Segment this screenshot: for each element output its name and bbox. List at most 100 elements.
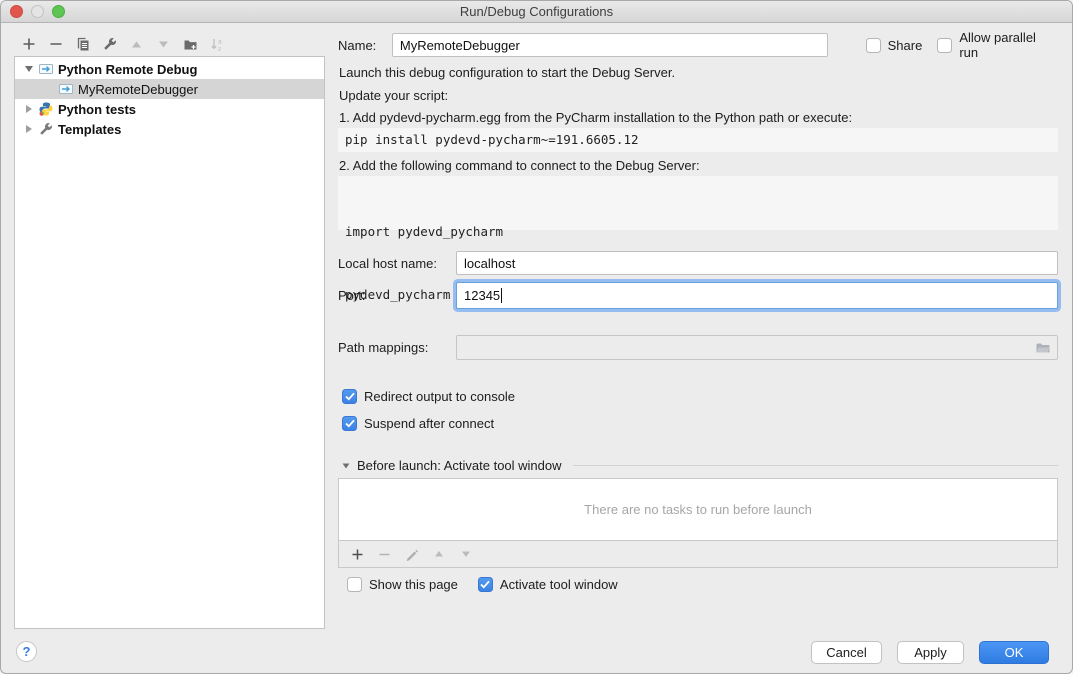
arrow-down-icon: [460, 548, 472, 560]
allow-parallel-checkbox[interactable]: [937, 38, 952, 53]
minus-icon: [378, 548, 391, 561]
expander-down-icon[interactable]: [21, 66, 37, 72]
page-options-row: Show this page Activate tool window: [347, 577, 618, 592]
path-mappings-label: Path mappings:: [338, 340, 456, 355]
remove-configuration-button[interactable]: [42, 33, 69, 55]
name-row: Name: Share Allow parallel run: [338, 32, 1058, 58]
copy-icon: [75, 37, 90, 52]
show-this-page-checkbox[interactable]: [347, 577, 362, 592]
remove-task-button[interactable]: [371, 543, 398, 565]
arrow-up-icon: [130, 38, 143, 51]
move-task-up-button[interactable]: [425, 543, 452, 565]
activate-tool-window-label: Activate tool window: [500, 577, 618, 592]
intro-text: Launch this debug configuration to start…: [339, 65, 675, 80]
cancel-button[interactable]: Cancel: [811, 641, 882, 664]
arrow-up-icon: [433, 548, 445, 560]
settrace-code: import pydevd_pycharm pydevd_pycharm.set…: [338, 176, 1058, 230]
port-value: 12345: [464, 288, 500, 303]
step2-text: 2. Add the following command to connect …: [339, 158, 700, 173]
window-controls: [10, 5, 65, 18]
svg-text:z: z: [218, 46, 221, 52]
ok-button[interactable]: OK: [979, 641, 1049, 664]
local-host-input[interactable]: [456, 251, 1058, 275]
edit-defaults-button[interactable]: [96, 33, 123, 55]
check-icon: [480, 580, 490, 589]
check-icon: [345, 392, 355, 401]
pip-install-code: pip install pydevd-pycharm~=191.6605.12: [338, 128, 1058, 152]
allow-parallel-checkbox-row[interactable]: Allow parallel run: [937, 30, 1058, 60]
zoom-window-button[interactable]: [52, 5, 65, 18]
show-this-page-label: Show this page: [369, 577, 458, 592]
port-input[interactable]: 12345: [456, 282, 1058, 309]
share-checkbox[interactable]: [866, 38, 881, 53]
allow-parallel-label: Allow parallel run: [959, 30, 1058, 60]
suspend-after-connect-row[interactable]: Suspend after connect: [342, 416, 494, 431]
share-checkbox-row[interactable]: Share: [866, 38, 923, 53]
plus-icon: [22, 37, 36, 51]
add-task-button[interactable]: [344, 543, 371, 565]
window-title: Run/Debug Configurations: [460, 4, 613, 19]
sort-configurations-button[interactable]: a z: [204, 33, 231, 55]
check-icon: [345, 419, 355, 428]
tree-item-label: Templates: [58, 122, 121, 137]
port-row: Port: 12345: [338, 282, 1058, 309]
arrow-down-icon: [157, 38, 170, 51]
tree-item-python-remote-debug[interactable]: Python Remote Debug: [15, 59, 324, 79]
folder-browse-icon[interactable]: [1035, 341, 1051, 355]
tree-item-myremotedebugger[interactable]: MyRemoteDebugger: [15, 79, 324, 99]
tree-item-python-tests[interactable]: Python tests: [15, 99, 324, 119]
name-input[interactable]: [392, 33, 828, 57]
apply-button[interactable]: Apply: [897, 641, 964, 664]
update-script-text: Update your script:: [339, 88, 448, 103]
sort-az-icon: a z: [210, 37, 225, 52]
before-launch-header[interactable]: Before launch: Activate tool window: [342, 458, 1058, 473]
edit-task-button[interactable]: [398, 543, 425, 565]
minus-icon: [49, 37, 63, 51]
tree-item-label: MyRemoteDebugger: [78, 82, 198, 97]
configurations-tree: Python Remote Debug MyRemoteDebugger Pyt…: [14, 56, 325, 629]
close-window-button[interactable]: [10, 5, 23, 18]
add-configuration-button[interactable]: [15, 33, 42, 55]
configurations-toolbar: a z: [15, 32, 231, 56]
copy-configuration-button[interactable]: [69, 33, 96, 55]
wrench-icon: [102, 37, 117, 52]
expander-right-icon[interactable]: [21, 125, 37, 133]
share-label: Share: [888, 38, 923, 53]
pencil-icon: [405, 547, 419, 561]
name-label: Name:: [338, 38, 384, 53]
plus-icon: [351, 548, 364, 561]
minimize-window-button[interactable]: [31, 5, 44, 18]
remote-debug-icon: [57, 81, 74, 97]
help-question-icon: ?: [23, 644, 31, 659]
remote-debug-icon: [37, 61, 54, 77]
redirect-output-label: Redirect output to console: [364, 389, 515, 404]
port-label: Port:: [338, 288, 456, 303]
suspend-after-connect-label: Suspend after connect: [364, 416, 494, 431]
redirect-output-row[interactable]: Redirect output to console: [342, 389, 515, 404]
before-launch-task-list[interactable]: There are no tasks to run before launch: [338, 478, 1058, 541]
move-up-button[interactable]: [123, 33, 150, 55]
activate-tool-window-row[interactable]: Activate tool window: [478, 577, 618, 592]
text-caret: [501, 288, 502, 303]
wrench-icon: [37, 121, 54, 137]
before-launch-title: Before launch: Activate tool window: [357, 458, 562, 473]
local-host-row: Local host name:: [338, 251, 1058, 275]
separator-line: [573, 465, 1058, 466]
move-down-button[interactable]: [150, 33, 177, 55]
tree-item-templates[interactable]: Templates: [15, 119, 324, 139]
suspend-after-connect-checkbox[interactable]: [342, 416, 357, 431]
new-folder-icon: [183, 37, 198, 52]
path-mappings-input[interactable]: [456, 335, 1058, 360]
move-task-down-button[interactable]: [452, 543, 479, 565]
create-folder-button[interactable]: [177, 33, 204, 55]
collapse-triangle-icon[interactable]: [343, 463, 350, 468]
help-button[interactable]: ?: [16, 641, 37, 662]
show-this-page-row[interactable]: Show this page: [347, 577, 458, 592]
settrace-code-line1: import pydevd_pycharm: [345, 221, 1051, 242]
run-debug-configurations-dialog: Run/Debug Configurations: [0, 0, 1073, 674]
svg-text:a: a: [218, 38, 222, 45]
step1-text: 1. Add pydevd-pycharm.egg from the PyCha…: [339, 110, 852, 125]
expander-right-icon[interactable]: [21, 105, 37, 113]
activate-tool-window-checkbox[interactable]: [478, 577, 493, 592]
redirect-output-checkbox[interactable]: [342, 389, 357, 404]
